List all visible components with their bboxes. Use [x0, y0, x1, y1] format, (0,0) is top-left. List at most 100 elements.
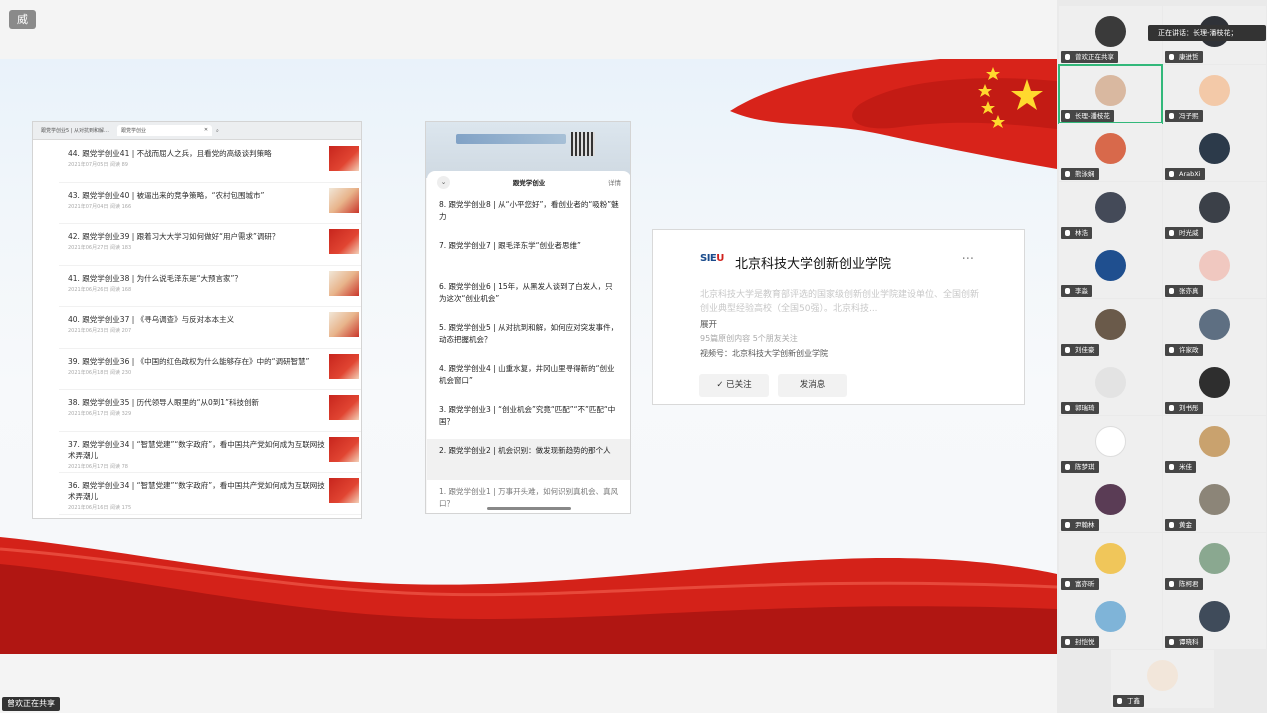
list-item[interactable]: 41. 跟党学创业38 | 为什么说毛泽东是“大预言家”？ 2021年06月26日…	[59, 266, 361, 307]
sieu-logo: SIEU	[700, 253, 724, 264]
browser-window: 跟党学创业5 | 从对抗到和解… 跟党学创业 ✕ ⌕ 44. 跟党学创业41 | …	[32, 121, 362, 519]
article-thumbnail	[329, 478, 359, 503]
article-thumbnail	[329, 312, 359, 337]
participant-tile[interactable]: 许家政	[1163, 298, 1266, 357]
participant-name: 封恺悦	[1061, 636, 1099, 648]
avatar	[1095, 191, 1126, 223]
browser-tab-1[interactable]: 跟党学创业5 | 从对抗到和解…	[37, 125, 113, 136]
list-item[interactable]: 42. 跟党学创业39 | 跟着习大大学习如何做好“用户需求”调研？ 2021年0…	[59, 224, 361, 266]
participant-tile[interactable]: 郭瑞琦	[1059, 357, 1162, 415]
participant-tile[interactable]: 米佳	[1163, 415, 1266, 474]
browser-tab-2-label: 跟党学创业	[121, 128, 147, 134]
article-title: 36. 跟党学创业34 | “智慧党建”“数字政府”，看中国共产党如何成为互联网…	[68, 481, 325, 501]
participant-panel: 曾欢正在共享 康进哲 长理-潘枝花 冯子熙 熊泳娴 ArabXi 林浩 时光威 李淼 张亦真 刘佳豪…	[1057, 0, 1267, 713]
followed-button[interactable]: ✓ 已关注	[699, 374, 769, 397]
participant-name: 陈柯君	[1165, 577, 1203, 590]
participant-name: 刘书彤	[1165, 402, 1203, 414]
send-message-button[interactable]: 发消息	[778, 374, 847, 397]
participant-name: 富亦昕	[1061, 577, 1099, 590]
list-item-current[interactable]: 2. 跟党学创业2 | 机会识别：做发现新趋势的那个人	[427, 439, 630, 480]
list-item[interactable]: 5. 跟党学创业5 | 从对抗到和解，如何应对突发事件，动态把握机会？	[427, 316, 630, 357]
article-list: 44. 跟党学创业41 | 不战而屈人之兵，且看党的高级谈判策略 2021年07月…	[59, 141, 361, 518]
avatar	[1095, 74, 1126, 106]
participant-tile[interactable]: 林浩	[1059, 181, 1162, 240]
avatar	[1199, 191, 1230, 223]
participant-tile[interactable]: 长理-潘枝花	[1058, 63, 1163, 124]
participant-tile[interactable]: 刘佳豪	[1059, 298, 1162, 357]
article-thumbnail	[329, 146, 359, 171]
avatar	[1199, 367, 1230, 398]
participant-name: 许家政	[1165, 343, 1203, 356]
qr-code	[571, 132, 595, 156]
list-item[interactable]: 6. 跟党学创业6 | 15年，从黑发人谈到了白发人，只为这次“创业机会”	[427, 275, 630, 316]
participant-name: 康进哲	[1165, 51, 1203, 63]
article-thumbnail	[329, 270, 359, 296]
list-item[interactable]: 44. 跟党学创业41 | 不战而屈人之兵，且看党的高级谈判策略 2021年07月…	[59, 141, 361, 183]
participant-tile[interactable]: 陈柯君	[1163, 532, 1266, 591]
participant-name: 时光威	[1165, 226, 1203, 239]
avatar	[1147, 660, 1178, 691]
participant-tile[interactable]: 冯子熙	[1163, 64, 1266, 123]
participant-tile[interactable]: 李淼	[1059, 240, 1162, 298]
participant-tile[interactable]: ArabXi	[1163, 123, 1266, 181]
participant-tile[interactable]: 曾欢正在共享	[1059, 6, 1162, 64]
browser-tab-2[interactable]: 跟党学创业 ✕	[117, 125, 213, 136]
participant-name: 陈梦琪	[1061, 460, 1099, 473]
list-item[interactable]: 8. 跟党学创业8 | 从“小平您好”，看创业者的“吸粉”魅力	[427, 193, 630, 234]
avatar	[1199, 484, 1230, 515]
participant-tile[interactable]: 刘书彤	[1163, 357, 1266, 415]
account-description: 北京科技大学是教育部评选的国家级创新创业学院建设单位、全国创新创业典型经验高校（…	[700, 290, 980, 314]
list-item[interactable]: 7. 跟党学创业7 | 跟毛泽东学“创业者思维”	[427, 234, 630, 275]
participant-name: ArabXi	[1165, 168, 1205, 180]
participant-name: 林浩	[1061, 226, 1092, 239]
list-item[interactable]: 37. 跟党学创业34 | “智慧党建”“数字政府”，看中国共产党如何成为互联网…	[59, 432, 361, 473]
avatar	[1199, 250, 1230, 281]
list-item[interactable]: 4. 跟党学创业4 | 山重水复，井冈山里寻得新的“创业机会窗口”	[427, 357, 630, 398]
participant-tile[interactable]: 张亦真	[1163, 240, 1266, 298]
article-title: 42. 跟党学创业39 | 跟着习大大学习如何做好“用户需求”调研？	[68, 232, 280, 241]
list-item[interactable]: 3. 跟党学创业3 | “创业机会”究竟“匹配”“不”匹配“中国？	[427, 398, 630, 439]
phone-screenshot: ⌄ 跟党学创业 详情 8. 跟党学创业8 | 从“小平您好”，看创业者的“吸粉”…	[425, 121, 631, 514]
list-item[interactable]: 40. 跟党学创业37 | 《寻乌调查》与反对本本主义 2021年06月23日 阅…	[59, 307, 361, 349]
university-logo	[456, 134, 566, 144]
article-date: 2021年06月23日 阅读 207	[68, 328, 132, 334]
chevron-down-icon[interactable]: ⌄	[437, 175, 450, 189]
expand-link[interactable]: 展开	[700, 318, 717, 330]
article-date: 2021年06月17日 阅读 78	[68, 463, 128, 470]
close-icon[interactable]: ✕	[204, 127, 208, 134]
participant-name: 冯子熙	[1165, 109, 1203, 122]
avatar	[1095, 425, 1126, 457]
list-item[interactable]: 39. 跟党学创业36 | 《中国的红色政权为什么能够存在》中的“调研智慧” 20…	[59, 349, 361, 390]
participant-name: 丁鑫	[1113, 695, 1144, 707]
participant-tile[interactable]: 丁鑫	[1111, 650, 1214, 708]
participant-tile[interactable]: 尹翰林	[1059, 474, 1162, 532]
detail-link[interactable]: 详情	[608, 177, 621, 187]
avatar	[1095, 250, 1126, 281]
video-channel[interactable]: 视频号：北京科技大学创新创业学院	[700, 348, 828, 359]
shared-screen: 威 跟党学创业5 | 从对抗到和解… 跟党学创业 ✕ ⌕ 44. 跟党学创业41 …	[0, 0, 1057, 713]
avatar	[1199, 74, 1230, 106]
avatar	[1199, 425, 1230, 457]
account-name: 北京科技大学创新创业学院	[735, 257, 892, 272]
more-icon[interactable]: ···	[962, 252, 974, 267]
participant-tile[interactable]: 富亦昕	[1059, 532, 1162, 591]
list-item[interactable]: 36. 跟党学创业34 | “智慧党建”“数字政府”，看中国共产党如何成为互联网…	[59, 473, 361, 515]
article-thumbnail	[329, 436, 359, 462]
avatar	[1095, 601, 1126, 632]
sheet-header: ⌄ 跟党学创业 详情	[427, 171, 630, 193]
participant-tile[interactable]: 熊泳娴	[1059, 123, 1162, 181]
participant-tile[interactable]: 封恺悦	[1059, 591, 1162, 649]
avatar	[1095, 367, 1126, 398]
app-badge[interactable]: 威	[9, 10, 36, 29]
participant-tile[interactable]: 谭晓科	[1163, 591, 1266, 649]
sharing-status: 曾欢正在共享	[2, 697, 60, 711]
search-icon[interactable]: ⌕	[216, 128, 219, 134]
participant-tile[interactable]: 时光威	[1163, 181, 1266, 240]
list-item[interactable]: 43. 跟党学创业40 | 被逼出来的竞争策略，“农村包围城市” 2021年07月…	[59, 183, 361, 224]
list-item[interactable]: 38. 跟党学创业35 | 历代领导人眼里的“从0到1”科技创新 2021年06月…	[59, 390, 361, 432]
article-title: 43. 跟党学创业40 | 被逼出来的竞争策略，“农村包围城市”	[68, 190, 265, 200]
sheet-title: 跟党学创业	[512, 179, 546, 187]
article-title: 40. 跟党学创业37 | 《寻乌调查》与反对本本主义	[68, 315, 235, 324]
participant-tile[interactable]: 陈梦琪	[1059, 415, 1162, 474]
participant-tile[interactable]: 黄金	[1163, 474, 1266, 532]
